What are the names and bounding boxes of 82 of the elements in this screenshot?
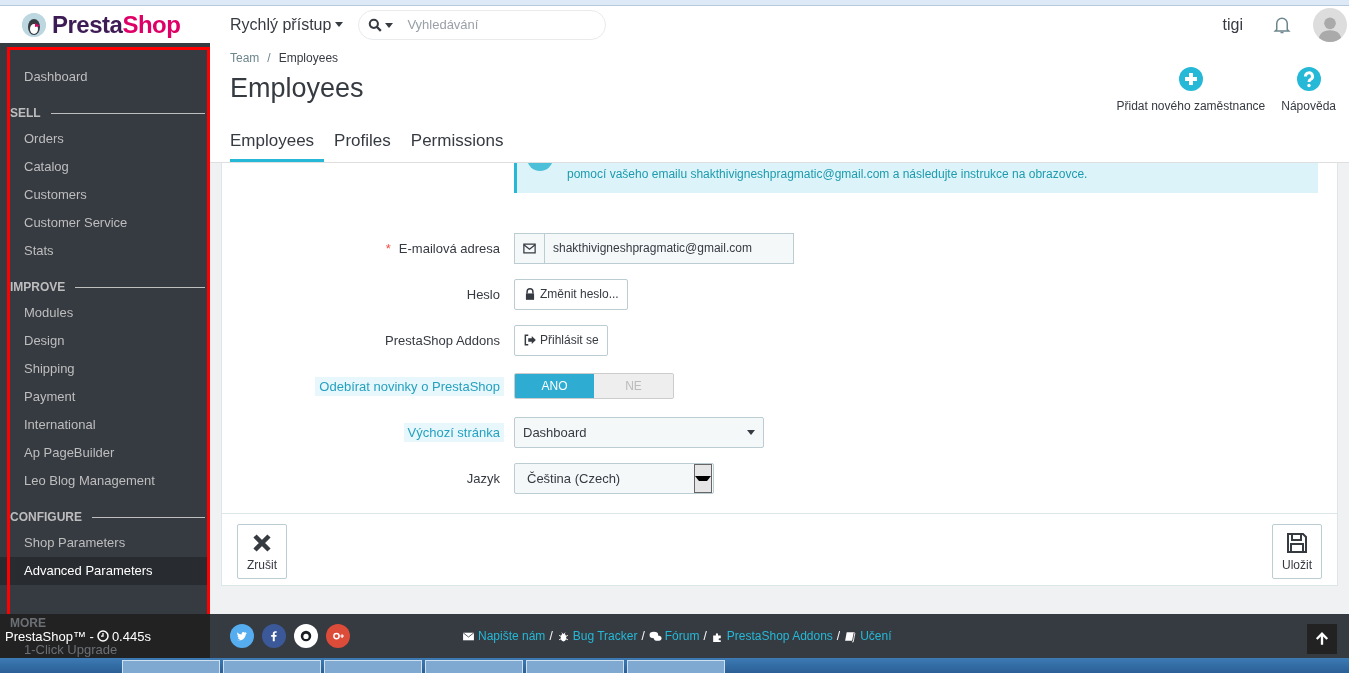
sidebar-item[interactable]: Customer Service bbox=[0, 209, 210, 237]
facebook-link[interactable] bbox=[262, 624, 286, 648]
sign-in-button[interactable]: Přihlásit se bbox=[514, 324, 608, 356]
twitter-link[interactable] bbox=[230, 624, 254, 648]
help-icon bbox=[1296, 67, 1321, 91]
breadcrumb-separator: / bbox=[267, 51, 271, 65]
sidebar-item[interactable]: Shipping bbox=[0, 355, 210, 383]
field-label: Odebírat novinky o PrestaShop bbox=[315, 376, 504, 396]
link-separator: / bbox=[703, 629, 707, 643]
clock-icon bbox=[96, 630, 109, 642]
select-field[interactable]: Dashboard bbox=[514, 416, 764, 448]
sidebar-item[interactable]: Leo Blog Management bbox=[0, 467, 210, 495]
taskbar-button[interactable] bbox=[122, 660, 220, 673]
sidebar-item[interactable]: Catalog bbox=[0, 153, 210, 181]
sidebar-item[interactable]: Payment bbox=[0, 383, 210, 411]
taskbar-button[interactable] bbox=[223, 660, 321, 673]
breadcrumb-link[interactable]: Team bbox=[230, 51, 260, 65]
cancel-button[interactable]: Zrušit bbox=[237, 524, 287, 579]
scroll-top-button[interactable] bbox=[1307, 624, 1337, 654]
footer-link[interactable]: Bug Tracker bbox=[556, 629, 638, 643]
field-label: E-mailová adresa bbox=[397, 239, 501, 258]
arrow-up-icon bbox=[1315, 632, 1329, 646]
sidebar-item[interactable]: Ap PageBuilder bbox=[0, 439, 210, 467]
field-label: Heslo bbox=[465, 285, 501, 304]
field-label: PrestaShop Addons bbox=[384, 331, 501, 350]
envelope-icon bbox=[522, 240, 537, 256]
footer-link[interactable]: PrestaShop Addons bbox=[710, 629, 833, 643]
link-separator: / bbox=[549, 629, 553, 643]
field-label: Výchozí stránka bbox=[403, 422, 504, 442]
sidebar-item[interactable]: Advanced Parameters bbox=[0, 557, 210, 585]
link-separator: / bbox=[641, 629, 645, 643]
email-field[interactable]: shakthivigneshpragmatic@gmail.com bbox=[545, 232, 794, 264]
taskbar-button[interactable] bbox=[324, 660, 422, 673]
section-heading: IMPROVE bbox=[10, 280, 66, 294]
section-heading: MORE bbox=[10, 616, 46, 630]
save-button[interactable]: Uložit bbox=[1272, 524, 1322, 579]
sidebar-item[interactable]: Shop Parameters bbox=[0, 529, 210, 557]
sidebar-item[interactable]: Orders bbox=[0, 125, 210, 153]
sidebar-item[interactable]: Stats bbox=[0, 237, 210, 265]
google-link[interactable] bbox=[326, 624, 350, 648]
quick-access-menu[interactable]: Rychlý přístup bbox=[230, 15, 344, 34]
logo-text: PrestaShop bbox=[52, 10, 181, 39]
footer-link[interactable]: Učení bbox=[844, 629, 892, 643]
lock-icon bbox=[523, 287, 537, 301]
section-heading: CONFIGURE bbox=[10, 510, 82, 524]
breadcrumb-link[interactable]: Employees bbox=[278, 51, 339, 65]
section-heading: SELL bbox=[10, 106, 41, 120]
select-field[interactable]: Čeština (Czech) bbox=[514, 462, 714, 494]
sidebar-item[interactable]: Dashboard bbox=[0, 63, 210, 91]
taskbar-button[interactable] bbox=[425, 660, 523, 673]
sidebar-item[interactable]: 1-Click Upgrade bbox=[24, 642, 118, 657]
page-title: Employees bbox=[230, 73, 365, 104]
change-password-button[interactable]: Změnit heslo... bbox=[514, 278, 628, 310]
tab[interactable]: Profiles bbox=[324, 125, 401, 162]
required-asterisk: * bbox=[385, 240, 391, 256]
tab[interactable]: Permissions bbox=[400, 125, 514, 162]
taskbar-button[interactable] bbox=[526, 660, 624, 673]
sidebar-item[interactable]: International bbox=[0, 411, 210, 439]
bug-icon bbox=[556, 629, 570, 643]
user-name[interactable]: tigi bbox=[1222, 15, 1243, 34]
footer-link[interactable]: Napište nám bbox=[462, 629, 546, 643]
penguin-logo-icon bbox=[22, 12, 46, 37]
envelope-icon bbox=[462, 629, 475, 643]
sidebar-item[interactable]: Customers bbox=[0, 181, 210, 209]
sidebar-item[interactable]: Design bbox=[0, 327, 210, 355]
speech-bubbles-icon bbox=[648, 629, 662, 643]
version-text: PrestaShop™ - 0.445s bbox=[5, 628, 152, 644]
plus-circle-icon bbox=[1178, 67, 1203, 91]
book-icon bbox=[844, 629, 858, 643]
link-separator: / bbox=[836, 629, 841, 643]
avatar[interactable] bbox=[1313, 7, 1347, 42]
sidebar-item[interactable]: Modules bbox=[0, 299, 210, 327]
search-field[interactable]: Vyhledávání bbox=[358, 9, 607, 40]
help-button[interactable]: Nápověda bbox=[1281, 67, 1336, 113]
alert-text: pomocí vašeho emailu shakthivigneshpragmatic@gmail.com a následujte instrukce na obrazovce. bbox=[567, 167, 1088, 181]
github-link[interactable] bbox=[294, 624, 318, 648]
field-label: Jazyk bbox=[465, 469, 501, 488]
footer-link[interactable]: Fórum bbox=[648, 629, 700, 643]
add-employee-button[interactable]: Přidat nového zaměstnance bbox=[1116, 67, 1266, 113]
taskbar-button[interactable] bbox=[627, 660, 725, 673]
search-icon bbox=[368, 17, 383, 32]
sign-in-icon bbox=[523, 333, 537, 347]
